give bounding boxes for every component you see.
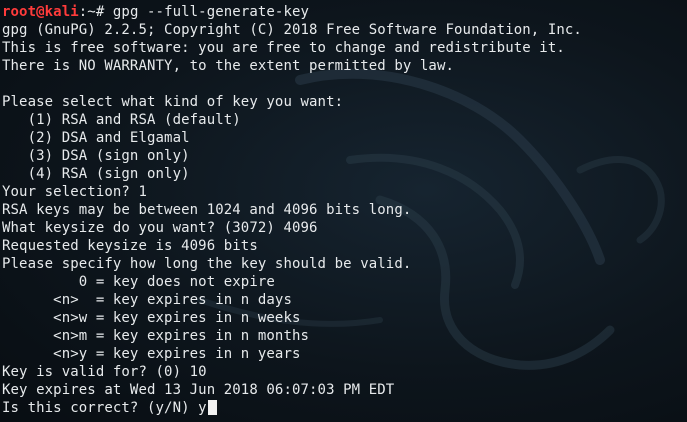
typed-input[interactable]: y <box>198 400 207 416</box>
prompt-line: root@kali:~# gpg --full-generate-key <box>2 3 582 21</box>
question-text: Is this correct? (y/N) <box>2 400 199 416</box>
output-line: <n> = key expires in n days <box>2 292 292 308</box>
command-text: gpg --full-generate-key <box>112 4 310 20</box>
output-line: (1) RSA and RSA (default) <box>2 112 241 128</box>
prompt-user-host: root@kali <box>2 4 79 20</box>
text-cursor <box>207 400 217 415</box>
output-line: This is free software: you are free to c… <box>2 40 565 56</box>
output-line: <n>w = key expires in n weeks <box>2 310 301 326</box>
output-line: gpg (GnuPG) 2.2.5; Copyright (C) 2018 Fr… <box>2 22 582 38</box>
terminal-window[interactable]: root@kali:~# gpg --full-generate-key gpg… <box>0 0 687 422</box>
input-line[interactable]: Is this correct? (y/N) y <box>2 399 582 417</box>
output-line: Requested keysize is 4096 bits <box>2 238 258 254</box>
output-line: <n>y = key expires in n years <box>2 346 301 362</box>
output-line: (2) DSA and Elgamal <box>2 130 190 146</box>
output-line: There is NO WARRANTY, to the extent perm… <box>2 58 455 74</box>
output-line: What keysize do you want? (3072) 4096 <box>2 220 318 236</box>
output-line: (4) RSA (sign only) <box>2 166 190 182</box>
output-line: Please select what kind of key you want: <box>2 94 344 110</box>
output-line: (3) DSA (sign only) <box>2 148 190 164</box>
output-line: RSA keys may be between 1024 and 4096 bi… <box>2 202 412 218</box>
output-line: Key expires at Wed 13 Jun 2018 06:07:03 … <box>2 382 395 398</box>
output-line: 0 = key does not expire <box>2 274 275 290</box>
output-line: <n>m = key expires in n months <box>2 328 310 344</box>
output-line: Key is valid for? (0) 10 <box>2 364 207 380</box>
terminal-output: root@kali:~# gpg --full-generate-key gpg… <box>2 3 582 417</box>
output-line: Your selection? 1 <box>2 184 147 200</box>
prompt-path: :~# <box>78 4 113 20</box>
output-line: Please specify how long the key should b… <box>2 256 412 272</box>
